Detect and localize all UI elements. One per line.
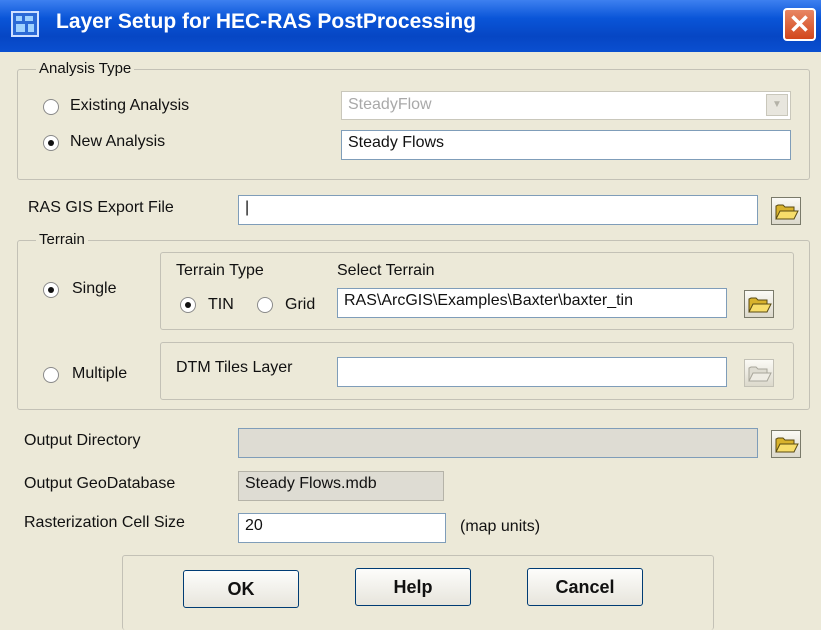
tin-label[interactable]: TIN xyxy=(208,296,234,314)
output-directory-label: Output Directory xyxy=(24,432,141,449)
layer-setup-dialog: Layer Setup for HEC-RAS PostProcessing ✕… xyxy=(0,0,821,630)
new-analysis-label[interactable]: New Analysis xyxy=(70,133,165,151)
cancel-button[interactable]: Cancel xyxy=(527,568,643,606)
export-file-browse-button[interactable] xyxy=(771,197,801,225)
map-units-label: (map units) xyxy=(460,518,541,535)
output-geodatabase-label: Output GeoDatabase xyxy=(24,475,176,492)
rasterization-cell-size-input[interactable]: 20 xyxy=(238,513,446,543)
dtm-tiles-label: DTM Tiles Layer xyxy=(176,359,293,376)
existing-analysis-value: SteadyFlow xyxy=(348,96,432,113)
select-terrain-label: Select Terrain xyxy=(337,262,435,279)
multiple-terrain-radio[interactable] xyxy=(43,367,59,383)
open-folder-icon xyxy=(748,366,772,382)
dtm-tiles-input[interactable] xyxy=(337,357,727,387)
grid-radio[interactable] xyxy=(257,297,273,313)
export-file-label: RAS GIS Export File xyxy=(28,199,174,216)
output-directory-browse-button[interactable] xyxy=(771,430,801,458)
analysis-type-group xyxy=(17,69,810,180)
new-analysis-radio[interactable] xyxy=(43,135,59,151)
window-title: Layer Setup for HEC-RAS PostProcessing xyxy=(56,10,477,33)
ok-button[interactable]: OK xyxy=(183,570,299,608)
open-folder-icon xyxy=(775,204,799,220)
app-icon xyxy=(11,11,39,37)
close-button[interactable]: ✕ xyxy=(783,8,816,41)
existing-analysis-radio[interactable] xyxy=(43,99,59,115)
existing-analysis-label[interactable]: Existing Analysis xyxy=(70,97,189,115)
export-file-input[interactable]: | xyxy=(238,195,758,225)
output-geodatabase-value: Steady Flows.mdb xyxy=(238,471,444,501)
open-folder-icon xyxy=(775,437,799,453)
help-button[interactable]: Help xyxy=(355,568,471,606)
open-folder-icon xyxy=(748,297,772,313)
existing-analysis-dropdown[interactable]: SteadyFlow ▼ xyxy=(341,91,791,120)
tin-radio[interactable] xyxy=(180,297,196,313)
grid-label[interactable]: Grid xyxy=(285,296,315,314)
title-bar[interactable]: Layer Setup for HEC-RAS PostProcessing ✕ xyxy=(0,0,821,52)
analysis-type-legend: Analysis Type xyxy=(36,60,135,77)
terrain-type-label: Terrain Type xyxy=(176,262,264,279)
terrain-legend: Terrain xyxy=(36,231,88,248)
single-terrain-radio[interactable] xyxy=(43,282,59,298)
terrain-browse-button[interactable] xyxy=(744,290,774,318)
multiple-terrain-label[interactable]: Multiple xyxy=(72,365,127,383)
chevron-down-icon[interactable]: ▼ xyxy=(766,94,788,116)
new-analysis-name-input[interactable]: Steady Flows xyxy=(341,130,791,160)
single-terrain-label[interactable]: Single xyxy=(72,280,116,298)
rasterization-label: Rasterization Cell Size xyxy=(24,514,185,531)
terrain-path-input[interactable]: RAS\ArcGIS\Examples\Baxter\baxter_tin xyxy=(337,288,727,318)
output-directory-input[interactable] xyxy=(238,428,758,458)
dtm-browse-button[interactable] xyxy=(744,359,774,387)
